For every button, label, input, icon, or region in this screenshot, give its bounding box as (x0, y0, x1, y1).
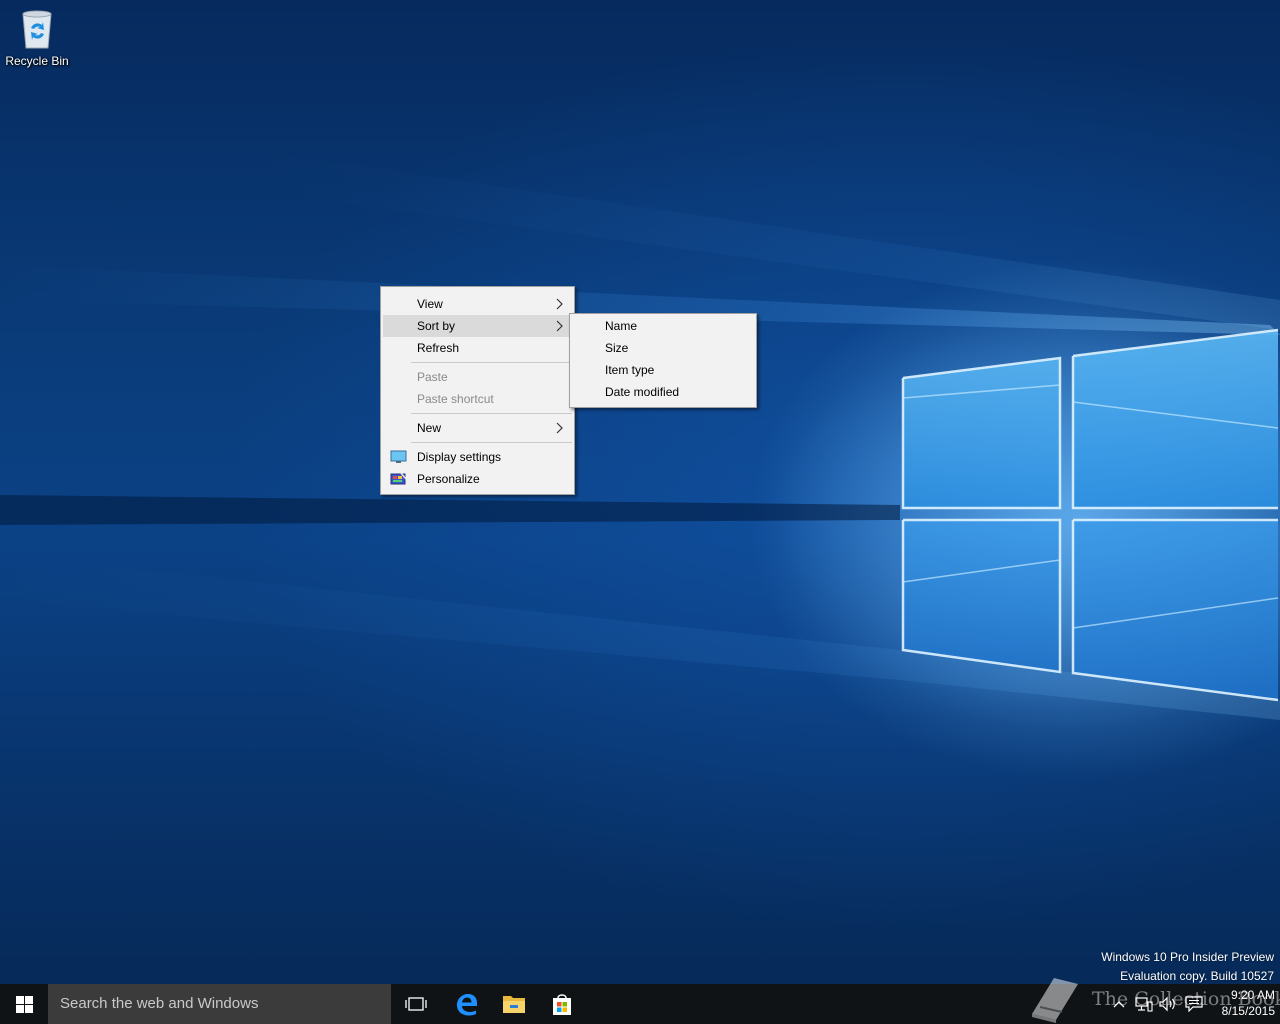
action-center-icon (1185, 996, 1203, 1012)
menu-item-new[interactable]: New (383, 417, 572, 439)
chevron-up-icon (1113, 1001, 1125, 1008)
taskbar-clock[interactable]: 9:20 AM 8/15/2015 (1205, 987, 1275, 1019)
desktop[interactable]: Recycle Bin View Sort by Refresh Paste P… (0, 0, 1280, 984)
submenu-item-item-type-label: Item type (605, 363, 655, 377)
menu-item-paste-label: Paste (417, 370, 448, 384)
menu-item-refresh-label: Refresh (417, 341, 460, 355)
recycle-bin-icon (22, 10, 52, 49)
clock-date: 8/15/2015 (1221, 1004, 1275, 1018)
menu-item-paste-shortcut[interactable]: Paste shortcut (383, 388, 572, 410)
edge-icon (457, 994, 477, 1016)
action-center-button[interactable] (1183, 994, 1205, 1014)
task-view-icon (405, 997, 427, 1011)
chevron-right-icon (556, 298, 563, 310)
menu-item-view[interactable]: View (383, 293, 572, 315)
network-icon (1135, 997, 1153, 1012)
desktop-context-menu: View Sort by Refresh Paste Paste shortcu… (380, 286, 575, 495)
wallpaper (0, 150, 1280, 780)
show-hidden-icons-button[interactable] (1111, 994, 1127, 1014)
menu-item-new-label: New (417, 421, 442, 435)
task-view-button[interactable] (392, 984, 440, 1024)
menu-item-sort-by-label: Sort by (417, 319, 456, 333)
start-button[interactable] (0, 984, 48, 1024)
desktop-icon-recycle-bin[interactable]: Recycle Bin (4, 6, 70, 76)
menu-item-personalize-label: Personalize (417, 472, 480, 486)
submenu-item-size[interactable]: Size (572, 337, 754, 359)
volume-button[interactable] (1158, 994, 1178, 1014)
sort-by-submenu: Name Size Item type Date modified (569, 313, 757, 408)
windows-logo-icon (15, 995, 33, 1013)
submenu-item-name[interactable]: Name (572, 315, 754, 337)
submenu-item-item-type[interactable]: Item type (572, 359, 754, 381)
evaluation-watermark: Windows 10 Pro Insider Preview Evaluatio… (1101, 948, 1274, 984)
submenu-item-size-label: Size (605, 341, 629, 355)
menu-item-paste-shortcut-label: Paste shortcut (417, 392, 494, 406)
menu-item-display-settings[interactable]: Display settings (383, 446, 572, 468)
taskbar-search-box[interactable]: Search the web and Windows (48, 984, 391, 1024)
menu-item-personalize[interactable]: Personalize (383, 468, 572, 490)
taskbar: Search the web and Windows 9:20 AM 8/15/… (0, 984, 1280, 1024)
chevron-right-icon (556, 320, 563, 332)
edge-button[interactable] (442, 984, 490, 1024)
search-placeholder: Search the web and Windows (60, 995, 259, 1012)
volume-icon (1159, 996, 1175, 1012)
menu-separator (411, 362, 572, 363)
display-settings-icon (390, 450, 407, 463)
watermark-line-2: Evaluation copy. Build 10527 (1120, 969, 1274, 983)
submenu-item-date-modified[interactable]: Date modified (572, 381, 754, 403)
file-explorer-icon (503, 996, 525, 1013)
menu-item-refresh[interactable]: Refresh (383, 337, 572, 359)
menu-separator (411, 413, 572, 414)
menu-separator (411, 442, 572, 443)
store-button[interactable] (538, 984, 586, 1024)
personalize-icon (390, 472, 407, 485)
menu-item-display-settings-label: Display settings (417, 450, 502, 464)
menu-item-paste[interactable]: Paste (383, 366, 572, 388)
store-icon (553, 994, 571, 1015)
recycle-bin-label: Recycle Bin (5, 54, 69, 68)
menu-item-sort-by[interactable]: Sort by (383, 315, 572, 337)
clock-time: 9:20 AM (1230, 988, 1275, 1002)
watermark-line-1: Windows 10 Pro Insider Preview (1101, 950, 1274, 964)
menu-item-view-label: View (417, 297, 443, 311)
file-explorer-button[interactable] (490, 984, 538, 1024)
network-button[interactable] (1134, 994, 1154, 1014)
chevron-right-icon (556, 422, 563, 434)
submenu-item-name-label: Name (605, 319, 638, 333)
submenu-item-date-modified-label: Date modified (605, 385, 680, 399)
